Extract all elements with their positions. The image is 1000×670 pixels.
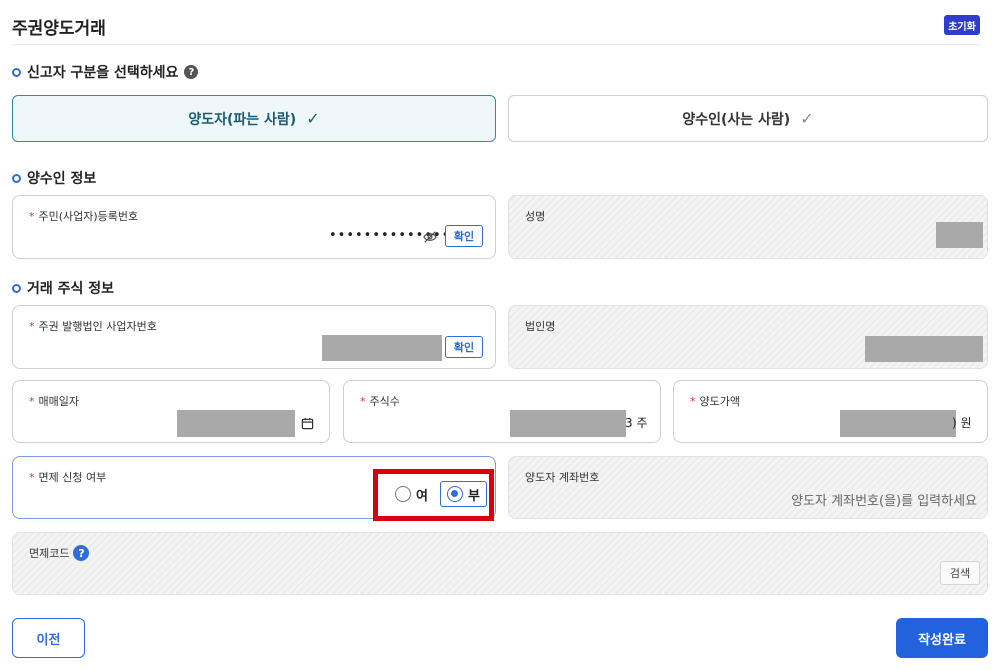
- buyer-id-label: * 주민(사업자)등록번호: [29, 208, 138, 224]
- issuer-number-label-text: 주권 발행법인 사업자번호: [38, 320, 157, 333]
- eye-slash-icon[interactable]: [423, 229, 437, 248]
- exemption-code-label-text: 면제코드: [29, 547, 70, 560]
- share-count-label-text: 주식수: [369, 395, 400, 408]
- section-title-stock: 거래 주식 정보: [12, 278, 114, 298]
- section-title-reporter: 신고자 구분을 선택하세요 ?: [12, 62, 199, 82]
- trade-date-label-text: 매매일자: [38, 395, 79, 408]
- section-reporter-label: 신고자 구분을 선택하세요: [27, 65, 179, 81]
- seller-account-label: 양도자 계좌번호: [525, 471, 600, 484]
- required-mark: *: [29, 394, 35, 408]
- exemption-label-text: 면제 신청 여부: [38, 471, 107, 484]
- transfer-price-label: * 양도가액: [690, 393, 740, 409]
- page-title: 주권양도거래: [12, 19, 106, 39]
- toggle-seller-label: 양도자(파는 사람): [188, 111, 297, 128]
- issuer-number-label: * 주권 발행법인 사업자번호: [29, 318, 157, 334]
- question-icon[interactable]: ?: [184, 65, 199, 79]
- masked-value: [840, 410, 956, 437]
- masked-value: [936, 222, 983, 248]
- required-mark: *: [29, 470, 35, 484]
- buyer-id-confirm-button[interactable]: 확인: [445, 225, 483, 247]
- buyer-id-label-text: 주민(사업자)등록번호: [38, 210, 139, 223]
- share-count-field[interactable]: * 주식수 3 주: [343, 380, 661, 443]
- transfer-price-label-text: 양도가액: [699, 395, 740, 408]
- seller-account-field: 양도자 계좌번호 양도자 계좌번호(을)를 입력하세요: [508, 456, 988, 519]
- bullet-icon: [12, 173, 21, 183]
- price-unit: ) 원: [952, 416, 972, 430]
- title-divider: [12, 44, 980, 45]
- required-mark: *: [29, 319, 35, 333]
- buyer-name-field: 성명: [508, 195, 988, 259]
- masked-value: [510, 410, 626, 437]
- trade-date-label: * 매매일자: [29, 393, 79, 409]
- corp-name-label: 법인명: [525, 320, 556, 333]
- share-unit: 3 주: [625, 416, 648, 430]
- masked-value: [177, 410, 295, 437]
- submit-button[interactable]: 작성완료: [896, 618, 988, 658]
- corp-name-field: 법인명: [508, 305, 988, 369]
- exemption-code-search-button[interactable]: 검색: [940, 561, 980, 585]
- seller-account-placeholder: 양도자 계좌번호(을)를 입력하세요: [791, 494, 977, 509]
- section-buyer-label: 양수인 정보: [27, 171, 97, 187]
- checkmark-icon: ✓: [800, 109, 814, 128]
- toggle-buyer-label: 양수인(사는 사람): [682, 111, 791, 128]
- masked-value: [865, 336, 983, 362]
- issuer-confirm-button[interactable]: 확인: [445, 336, 483, 358]
- required-mark: *: [690, 394, 696, 408]
- buyer-id-field[interactable]: * 주민(사업자)등록번호 •••••••••••••• 확인: [12, 195, 496, 259]
- checkmark-icon: ✓: [306, 109, 320, 128]
- section-stock-label: 거래 주식 정보: [27, 281, 115, 297]
- toggle-buyer[interactable]: 양수인(사는 사람) ✓: [508, 95, 988, 142]
- share-count-label: * 주식수: [360, 393, 400, 409]
- buyer-name-label: 성명: [525, 210, 546, 223]
- required-mark: *: [29, 209, 35, 223]
- toggle-seller[interactable]: 양도자(파는 사람) ✓: [12, 95, 496, 142]
- exemption-code-field: 면제코드 ? 검색: [12, 532, 988, 595]
- required-mark: *: [360, 394, 366, 408]
- highlight-box: [373, 469, 494, 521]
- masked-value: [322, 335, 442, 361]
- trade-date-field[interactable]: * 매매일자: [12, 380, 330, 443]
- bullet-icon: [12, 283, 21, 293]
- transfer-price-field[interactable]: * 양도가액 ) 원: [673, 380, 988, 443]
- exemption-code-label: 면제코드 ?: [29, 545, 90, 561]
- prev-button[interactable]: 이전: [12, 618, 85, 658]
- section-title-buyer: 양수인 정보: [12, 168, 96, 188]
- reset-button[interactable]: 초기화: [944, 15, 980, 35]
- question-icon[interactable]: ?: [73, 545, 90, 561]
- issuer-number-field[interactable]: * 주권 발행법인 사업자번호 확인: [12, 305, 496, 369]
- bullet-icon: [12, 67, 21, 77]
- exemption-label: * 면제 신청 여부: [29, 469, 106, 485]
- calendar-icon[interactable]: [301, 415, 314, 434]
